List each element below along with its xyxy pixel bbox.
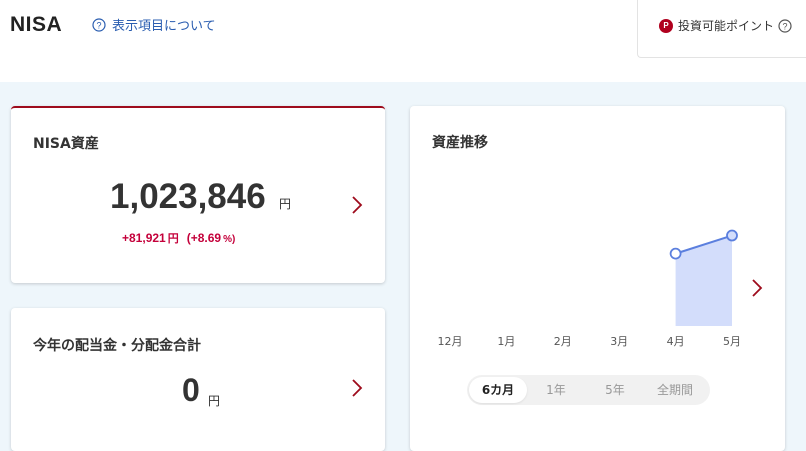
chart-x-tick-label: 1月 bbox=[497, 335, 515, 348]
svg-text:?: ? bbox=[783, 21, 788, 31]
chart-x-tick-label: 5月 bbox=[723, 335, 741, 348]
display-items-help-link[interactable]: ? 表示項目について bbox=[92, 15, 216, 34]
question-circle-icon: ? bbox=[92, 17, 106, 32]
period-tab[interactable]: 5年 bbox=[585, 377, 645, 403]
chart-x-tick-label: 2月 bbox=[554, 335, 572, 348]
period-tab[interactable]: 1年 bbox=[527, 377, 585, 403]
dividend-total-value: 0 bbox=[182, 372, 200, 408]
investable-points-label: 投資可能ポイント bbox=[678, 19, 775, 33]
help-link-label: 表示項目について bbox=[112, 19, 216, 34]
chevron-right-icon[interactable] bbox=[751, 278, 763, 298]
point-badge-icon: P bbox=[659, 18, 673, 33]
change-value: +81,921 bbox=[122, 231, 166, 245]
change-percent: (+8.69 bbox=[186, 231, 222, 245]
chart-x-tick-label: 4月 bbox=[667, 335, 685, 348]
asset-trend-chart: 12月 1月 2月 3月 4月 5月 bbox=[438, 229, 741, 348]
header: NISA ? 表示項目について P 投資可能ポイント ? bbox=[0, 0, 806, 82]
dividend-total-card[interactable]: 今年の配当金・分配金合計 0 円 bbox=[11, 308, 385, 451]
change-percent-unit: %) bbox=[223, 234, 236, 245]
period-tab[interactable]: 6カ月 bbox=[469, 377, 527, 403]
svg-text:?: ? bbox=[96, 20, 101, 30]
chart-x-tick-label: 3月 bbox=[610, 335, 628, 348]
nisa-assets-title: NISA資産 bbox=[33, 136, 99, 152]
chart-data-point[interactable] bbox=[669, 247, 682, 260]
chevron-right-icon[interactable] bbox=[351, 195, 363, 215]
page-title: NISA bbox=[10, 13, 63, 36]
investable-points[interactable]: P 投資可能ポイント ? bbox=[659, 17, 792, 34]
chart-data-point[interactable] bbox=[726, 229, 738, 242]
chevron-right-icon[interactable] bbox=[351, 378, 363, 398]
chart-area-fill bbox=[675, 235, 732, 326]
period-tabs: 6カ月 1年 5年 全期間 bbox=[467, 375, 710, 405]
dividend-total-title: 今年の配当金・分配金合計 bbox=[33, 338, 201, 354]
nisa-assets-change: +81,921 円 (+8.69%) bbox=[122, 230, 235, 246]
nisa-assets-value: 1,023,846 bbox=[110, 177, 266, 216]
investable-points-panel: P 投資可能ポイント ? bbox=[637, 0, 806, 58]
nisa-assets-card[interactable]: NISA資産 1,023,846 円 +81,921 円 (+8.69%) bbox=[11, 106, 385, 283]
asset-trend-card: 資産推移 12月 1月 2月 3月 4月 5月 6カ月 1年 5年 全期間 bbox=[410, 106, 785, 451]
dividend-total-unit: 円 bbox=[208, 394, 221, 408]
chart-x-tick-label: 12月 bbox=[438, 335, 463, 348]
main-content: NISA資産 1,023,846 円 +81,921 円 (+8.69%) 今年の配… bbox=[0, 82, 806, 451]
change-unit: 円 bbox=[167, 233, 179, 245]
question-circle-icon[interactable]: ? bbox=[778, 18, 792, 33]
asset-trend-title: 資産推移 bbox=[432, 135, 488, 151]
period-tab[interactable]: 全期間 bbox=[645, 377, 705, 403]
nisa-assets-unit: 円 bbox=[279, 197, 292, 211]
